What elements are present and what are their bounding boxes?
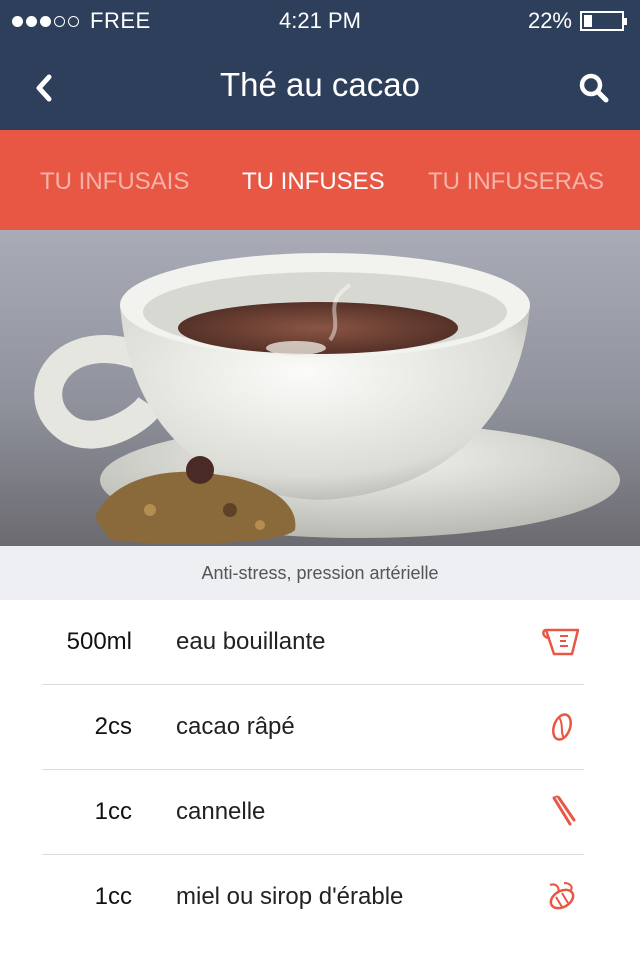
status-battery-group: 22%	[527, 8, 627, 34]
ingredient-quantity: 500ml	[66, 628, 132, 655]
tea-cup-photo	[0, 230, 640, 546]
ingredient-name: eau bouillante	[176, 628, 326, 655]
battery-icon	[580, 11, 627, 31]
status-bar: FREE 4:21 PM 22%	[0, 0, 640, 40]
segment-tabs: TU INFUSAIS TU INFUSES TU INFUSERAS	[0, 130, 640, 230]
search-button[interactable]	[574, 68, 614, 108]
page-title: Thé au cacao	[220, 66, 420, 103]
bee-icon	[549, 882, 575, 910]
tab-tu-infuseras[interactable]: TU INFUSERAS	[428, 168, 604, 196]
ingredient-row: 1cc miel ou sirop d'érable	[42, 855, 584, 940]
cocoa-bean-icon	[552, 713, 572, 741]
ingredient-name: miel ou sirop d'érable	[176, 883, 404, 910]
photo-caption: Anti-stress, pression artérielle	[0, 546, 640, 600]
ingredient-quantity: 2cs	[94, 713, 132, 740]
cinnamon-stick-icon	[552, 795, 576, 826]
ingredients-list: 500ml eau bouillante 2cs cacao râpé 1cc …	[42, 600, 584, 940]
tab-tu-infuses[interactable]: TU INFUSES	[242, 168, 385, 196]
ingredient-quantity: 1cc	[94, 798, 132, 825]
ingredient-row: 2cs cacao râpé	[42, 685, 584, 770]
ingredient-row: 500ml eau bouillante	[42, 600, 584, 685]
battery-percentage: 22%	[527, 8, 572, 33]
search-icon	[579, 73, 609, 103]
measuring-cup-icon	[542, 628, 580, 656]
battery-level-fill	[584, 15, 592, 27]
ingredient-name: cannelle	[176, 798, 266, 825]
navigation-bar: Thé au cacao	[0, 40, 640, 130]
tab-tu-infusais[interactable]: TU INFUSAIS	[40, 168, 189, 196]
ingredient-name: cacao râpé	[176, 713, 295, 740]
ingredient-quantity: 1cc	[94, 883, 132, 910]
app-header: FREE 4:21 PM 22% Thé au cacao	[0, 0, 640, 130]
ingredient-row: 1cc cannelle	[42, 770, 584, 855]
